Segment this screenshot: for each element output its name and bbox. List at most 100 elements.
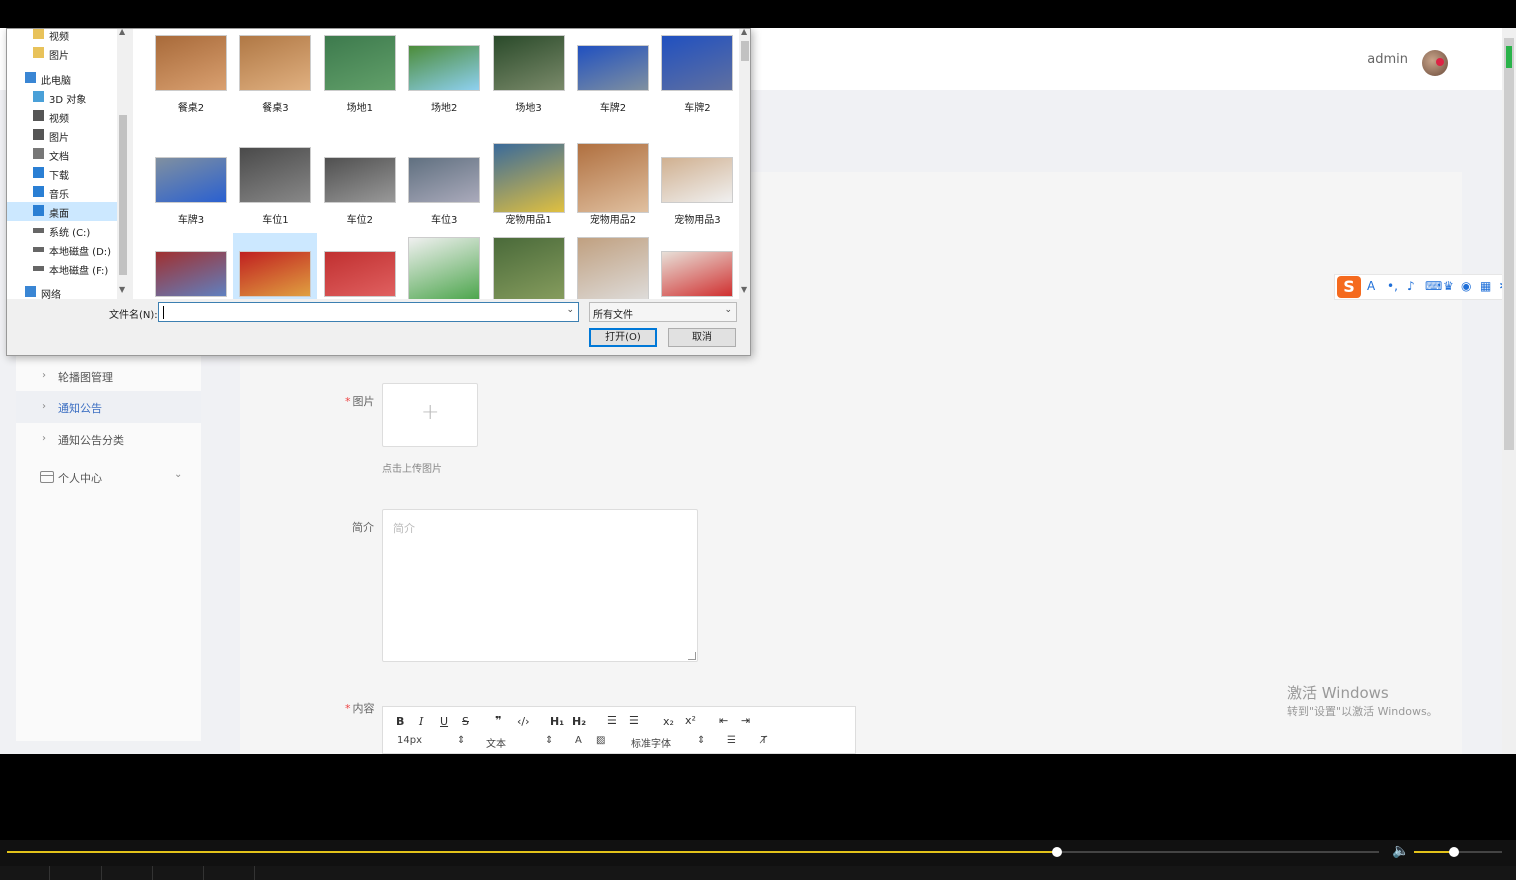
tree-item[interactable]: 文档	[7, 145, 117, 164]
file-item[interactable]: 传统文化1	[149, 233, 233, 299]
tree-scrollbar-thumb[interactable]	[119, 115, 127, 275]
toolbox-icon[interactable]: ▦	[1480, 279, 1491, 293]
taskbar-segment[interactable]	[102, 866, 153, 880]
scroll-up-icon[interactable]: ▲	[119, 29, 125, 36]
scroll-up-icon[interactable]: ▲	[741, 29, 747, 36]
tree-item[interactable]: 网络	[7, 283, 117, 299]
tree-item[interactable]: 本地磁盘 (D:)	[7, 240, 117, 259]
file-item[interactable]: 车牌3	[149, 139, 233, 233]
scroll-down-icon[interactable]: ▼	[119, 285, 125, 294]
tree-item[interactable]: 视频	[7, 29, 117, 44]
tree-item[interactable]: 本地磁盘 (F:)	[7, 259, 117, 278]
avatar[interactable]	[1422, 50, 1448, 76]
file-item[interactable]: 车牌2	[655, 29, 739, 121]
volume-track[interactable]	[1414, 847, 1502, 857]
file-item[interactable]: 车位2	[318, 139, 402, 233]
background-color-icon[interactable]: ▨	[596, 735, 605, 746]
progress-knob[interactable]	[1051, 847, 1062, 857]
taskbar-segment[interactable]	[204, 866, 255, 880]
image-upload-button[interactable]: +	[382, 383, 478, 447]
heading1-button[interactable]: H₁	[550, 715, 564, 728]
tree-item[interactable]: 3D 对象	[7, 88, 117, 107]
page-scrollbar-thumb[interactable]	[1504, 38, 1514, 450]
font-family-select[interactable]: 标准字体	[631, 735, 671, 750]
keyboard-icon[interactable]: ⌨	[1425, 279, 1442, 293]
superscript-button[interactable]: x²	[685, 714, 696, 727]
sidebar-item-label: 轮播图管理	[58, 371, 113, 384]
file-item[interactable]: 餐桌3	[233, 29, 317, 121]
outdent-icon[interactable]: ⇤	[719, 714, 728, 727]
blockquote-button[interactable]: ❞	[495, 714, 501, 727]
tree-item[interactable]: 图片	[7, 44, 117, 63]
chevron-down-icon[interactable]: ⌄	[566, 305, 574, 315]
bullet-list-icon[interactable]: ☰	[629, 714, 639, 727]
volume-knob[interactable]	[1448, 847, 1459, 857]
scroll-down-icon[interactable]: ▼	[741, 285, 747, 294]
tree-item[interactable]: 系统 (C:)	[7, 221, 117, 240]
sidebar-item-notice-category[interactable]: › 通知公告分类	[16, 423, 201, 455]
subscript-button[interactable]: x₂	[663, 715, 674, 728]
bold-button[interactable]: B	[396, 715, 404, 728]
file-item[interactable]: 宠物用品2	[571, 139, 655, 233]
italic-button[interactable]: I	[419, 715, 423, 728]
file-item[interactable]: 传统文化3	[318, 233, 402, 299]
ordered-list-icon[interactable]: ☰	[607, 714, 617, 727]
sidebar-item-notice[interactable]: › 通知公告	[16, 391, 201, 423]
sidebar-item-carousel[interactable]: › 轮播图管理	[16, 360, 201, 392]
file-item[interactable]: 单车1	[402, 233, 486, 299]
ime-mode-icon[interactable]: A	[1367, 279, 1375, 293]
tree-item[interactable]: 视频	[7, 107, 117, 126]
heading2-button[interactable]: H₂	[572, 715, 586, 728]
file-thumbnail	[239, 147, 312, 203]
file-item[interactable]: 场地2	[402, 29, 486, 121]
taskbar-segment[interactable]	[153, 866, 204, 880]
tree-item[interactable]: 下载	[7, 164, 117, 183]
game-icon[interactable]: ◉	[1461, 279, 1471, 293]
file-item[interactable]: 车位1	[233, 139, 317, 233]
underline-button[interactable]: U	[440, 715, 448, 728]
tree-item[interactable]: 图片	[7, 126, 117, 145]
text-color-icon[interactable]: A	[575, 735, 582, 746]
microphone-icon[interactable]: ♪	[1407, 279, 1415, 293]
clear-format-icon[interactable]: T̸	[761, 735, 767, 746]
file-item[interactable]: 传统文化2	[233, 233, 318, 299]
indent-icon[interactable]: ⇥	[741, 714, 750, 727]
ime-punctuation-icon[interactable]: •,	[1387, 279, 1398, 293]
file-item[interactable]: 单车3	[571, 233, 655, 299]
page-scrollbar[interactable]	[1502, 28, 1516, 754]
align-icon[interactable]: ☰	[727, 735, 736, 746]
grid-scrollbar[interactable]: ▲ ▼	[739, 29, 750, 299]
resize-grip-icon[interactable]	[688, 652, 696, 660]
code-button[interactable]: ‹/›	[517, 715, 530, 728]
tree-item[interactable]: 桌面	[7, 202, 117, 221]
file-item[interactable]: 场地1	[318, 29, 402, 121]
sidebar-group-personal-center[interactable]: 个人中心 ⌄	[16, 464, 201, 494]
file-item[interactable]: 场地3	[487, 29, 571, 121]
file-item[interactable]: 宠物用品1	[487, 139, 571, 233]
file-item[interactable]: 蛋糕1	[655, 233, 739, 299]
filetype-select[interactable]: 所有文件 ⌄	[589, 302, 737, 322]
speaker-icon[interactable]: 🔈	[1392, 843, 1409, 859]
file-item[interactable]: 车牌2	[571, 29, 655, 121]
progress-track[interactable]	[7, 847, 1379, 857]
block-type-select[interactable]: 文本	[486, 735, 506, 750]
tree-scrollbar[interactable]: ▲ ▼	[117, 29, 129, 299]
font-size-select[interactable]: 14px	[397, 735, 422, 746]
tree-item[interactable]: 音乐	[7, 183, 117, 202]
strikethrough-button[interactable]: S	[462, 715, 469, 728]
skin-icon[interactable]: ♛	[1443, 279, 1454, 293]
file-item[interactable]: 餐桌2	[149, 29, 233, 121]
username-label[interactable]: admin	[1367, 52, 1408, 67]
intro-textarea[interactable]: 简介	[382, 509, 698, 662]
filename-input[interactable]: ⌄	[158, 302, 579, 322]
file-item[interactable]: 宠物用品3	[655, 139, 739, 233]
grid-scrollbar-thumb[interactable]	[741, 41, 749, 61]
file-item[interactable]: 车位3	[402, 139, 486, 233]
cancel-button[interactable]: 取消	[668, 328, 736, 347]
sogou-logo-icon[interactable]: S	[1337, 276, 1361, 298]
file-item[interactable]: 单车2	[487, 233, 571, 299]
taskbar-segment[interactable]	[50, 866, 102, 880]
tree-item[interactable]: 此电脑	[7, 69, 117, 88]
open-button[interactable]: 打开(O)	[589, 328, 657, 347]
taskbar-segment[interactable]	[0, 866, 50, 880]
